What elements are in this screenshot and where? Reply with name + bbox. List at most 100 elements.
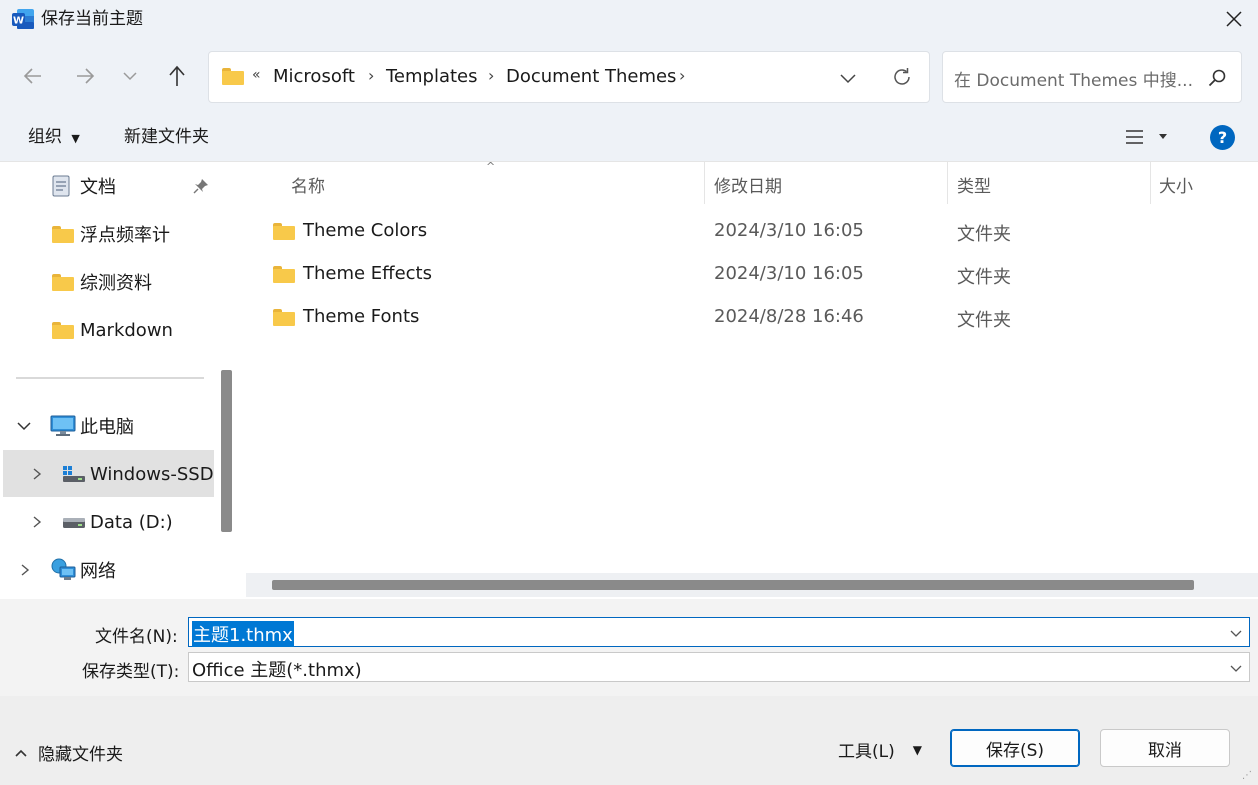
- chevron-down-icon: [123, 72, 137, 81]
- column-divider[interactable]: [704, 162, 705, 204]
- breadcrumb-microsoft[interactable]: Microsoft: [273, 65, 355, 89]
- chevron-up-icon: [15, 749, 27, 757]
- close-icon: [1226, 11, 1242, 27]
- title-bar: [0, 0, 1258, 40]
- organize-button[interactable]: 组织 ▼: [28, 126, 80, 150]
- sidebar-item-label: Data (D:): [90, 511, 173, 533]
- organize-label: 组织: [28, 127, 62, 147]
- folder-icon: [222, 68, 244, 85]
- chevron-right-icon: ›: [368, 66, 375, 85]
- tools-button[interactable]: 工具(L) ▼: [838, 737, 922, 762]
- caret-down-icon: ▼: [71, 132, 80, 145]
- address-bar[interactable]: « Microsoft › Templates › Document Theme…: [208, 51, 930, 103]
- search-icon: [1208, 69, 1226, 87]
- arrow-up-icon: [169, 65, 185, 86]
- back-button[interactable]: [15, 58, 51, 94]
- column-header-date[interactable]: 修改日期: [714, 172, 782, 197]
- arrow-right-icon: [77, 68, 95, 84]
- file-type: 文件夹: [957, 224, 1011, 245]
- chevron-right-icon[interactable]: [30, 515, 44, 529]
- refresh-icon: [894, 68, 910, 85]
- drive-icon: [63, 518, 85, 528]
- sidebar-item-data-d[interactable]: Data (D:): [30, 502, 173, 542]
- sidebar-item-this-pc[interactable]: 此电脑: [16, 406, 134, 446]
- file-name: Theme Colors: [303, 220, 428, 241]
- sidebar-item-folder[interactable]: 综测资料: [52, 262, 152, 302]
- chevron-down-icon[interactable]: [1229, 626, 1243, 640]
- column-divider[interactable]: [947, 162, 948, 204]
- filename-label: 文件名(N):: [95, 627, 178, 647]
- resize-grip-icon[interactable]: ⋰: [1242, 770, 1256, 784]
- tools-label: 工具(L): [838, 742, 895, 762]
- chevron-right-icon[interactable]: [30, 467, 44, 481]
- hide-folders-label: 隐藏文件夹: [38, 745, 123, 765]
- column-header-name[interactable]: 名称: [291, 172, 325, 197]
- file-name: Theme Effects: [303, 263, 432, 284]
- chevron-down-icon[interactable]: [1229, 661, 1243, 675]
- word-icon: W: [11, 8, 35, 30]
- file-name: Theme Fonts: [303, 306, 420, 327]
- chevron-down-icon: [840, 74, 856, 84]
- file-date: 2024/3/10 16:05: [714, 263, 864, 284]
- chevron-down-icon[interactable]: [16, 418, 32, 434]
- sidebar-item-documents[interactable]: 文档: [50, 166, 220, 206]
- refresh-button[interactable]: [891, 66, 913, 92]
- address-dropdown-button[interactable]: [838, 68, 858, 92]
- window-title: 保存当前主题: [41, 9, 143, 29]
- folder-icon: [273, 309, 295, 326]
- table-row[interactable]: Theme Fonts 2024/8/28 16:46 文件夹: [243, 296, 1258, 339]
- list-view-icon: [1126, 130, 1167, 144]
- filename-field[interactable]: 主题1.thmx: [188, 617, 1250, 647]
- filetype-value: Office 主题(*.thmx): [192, 660, 362, 681]
- hide-folders-button[interactable]: 隐藏文件夹: [14, 740, 123, 765]
- sidebar-item-markdown[interactable]: Markdown: [52, 310, 173, 350]
- help-icon[interactable]: ?: [1210, 125, 1235, 150]
- horizontal-scrollbar[interactable]: [272, 580, 1194, 590]
- table-row[interactable]: Theme Effects 2024/3/10 16:05 文件夹: [243, 253, 1258, 296]
- chevron-right-icon[interactable]: [18, 563, 32, 577]
- column-header-size[interactable]: 大小: [1159, 172, 1193, 197]
- forward-button[interactable]: [67, 58, 103, 94]
- save-button[interactable]: 保存(S): [950, 729, 1080, 767]
- overflow-indicator[interactable]: «: [252, 67, 261, 83]
- table-row[interactable]: Theme Colors 2024/3/10 16:05 文件夹: [243, 210, 1258, 253]
- folder-icon: [52, 225, 74, 243]
- sidebar-item-label: 网络: [80, 561, 116, 582]
- search-placeholder: 在 Document Themes 中搜...: [954, 71, 1193, 91]
- sidebar-item-folder[interactable]: 浮点频率计: [52, 214, 170, 254]
- chevron-right-icon[interactable]: ›: [679, 66, 685, 85]
- filetype-select[interactable]: Office 主题(*.thmx): [188, 652, 1250, 682]
- caret-down-icon: ▼: [912, 742, 922, 757]
- pin-icon[interactable]: [192, 177, 210, 195]
- column-divider[interactable]: [1150, 162, 1151, 204]
- sidebar-item-label: 综测资料: [80, 273, 152, 294]
- breadcrumb-document-themes[interactable]: Document Themes: [506, 65, 676, 89]
- search-input[interactable]: 在 Document Themes 中搜...: [942, 51, 1242, 103]
- up-button[interactable]: [159, 58, 195, 94]
- sidebar-item-network[interactable]: 网络: [18, 550, 116, 590]
- sidebar-item-label: Windows-SSD: [90, 463, 214, 485]
- computer-icon: [50, 415, 76, 436]
- file-type: 文件夹: [957, 310, 1011, 331]
- breadcrumb-templates[interactable]: Templates: [386, 65, 478, 89]
- column-header-type[interactable]: 类型: [957, 172, 991, 197]
- close-button[interactable]: [1218, 4, 1250, 34]
- recent-locations-button[interactable]: [112, 58, 148, 94]
- sidebar-item-label: 此电脑: [80, 417, 134, 438]
- new-folder-button[interactable]: 新建文件夹: [124, 126, 209, 148]
- file-type: 文件夹: [957, 267, 1011, 288]
- svg-text:W: W: [13, 16, 24, 27]
- folder-icon: [52, 273, 74, 291]
- sidebar-scrollbar[interactable]: [221, 370, 232, 532]
- sidebar-divider: [16, 377, 204, 379]
- view-options-button[interactable]: [1124, 126, 1172, 152]
- windows-drive-icon: [63, 466, 85, 482]
- cancel-button[interactable]: 取消: [1100, 729, 1230, 767]
- filename-value[interactable]: 主题1.thmx: [192, 621, 294, 647]
- folder-icon: [273, 223, 295, 240]
- sidebar-item-label: 浮点频率计: [80, 225, 170, 246]
- network-icon: [51, 558, 76, 580]
- windows-ssd-row[interactable]: Windows-SSD: [30, 454, 214, 494]
- file-date: 2024/8/28 16:46: [714, 306, 864, 327]
- folder-icon: [52, 321, 74, 339]
